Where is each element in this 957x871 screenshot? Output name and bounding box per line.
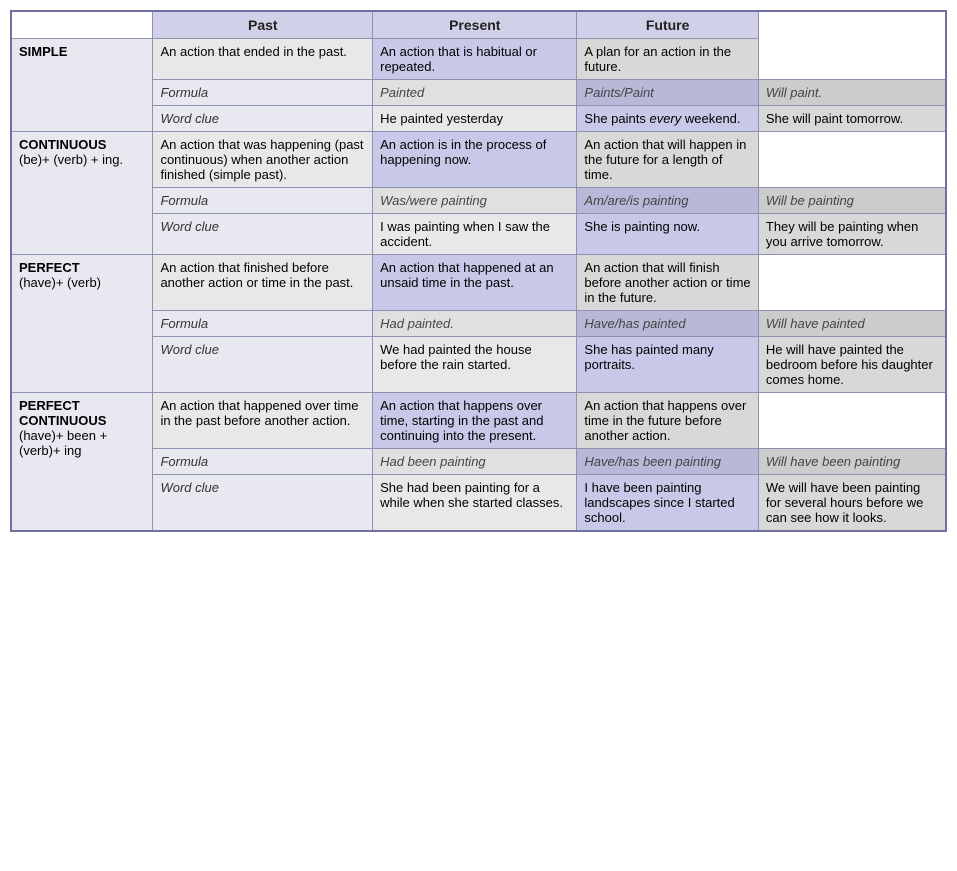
word-clue-label: Word clue <box>153 475 373 532</box>
desc-past: An action that happened over time in the… <box>153 393 373 449</box>
word-clue-present: She paints every weekend. <box>577 106 758 132</box>
formula-present: Have/has been painting <box>577 449 758 475</box>
word-clue-label: Word clue <box>153 337 373 393</box>
header-row: Past Present Future <box>11 11 946 39</box>
formula-past: Had been painting <box>373 449 577 475</box>
formula-future: Will paint. <box>758 80 946 106</box>
desc-row-perfect: PERFECT(have)+ (verb)An action that fini… <box>11 255 946 311</box>
desc-future: An action that happens over time in the … <box>577 393 758 449</box>
desc-present: An action that happens over time, starti… <box>373 393 577 449</box>
word-clue-past: I was painting when I saw the accident. <box>373 214 577 255</box>
desc-future: An action that will finish before anothe… <box>577 255 758 311</box>
header-present: Present <box>373 11 577 39</box>
word-clue-present: She has painted many portraits. <box>577 337 758 393</box>
formula-past: Was/were painting <box>373 188 577 214</box>
word-clue-past: He painted yesterday <box>373 106 577 132</box>
word-clue-past: She had been painting for a while when s… <box>373 475 577 532</box>
word-clue-present: She is painting now. <box>577 214 758 255</box>
desc-present: An action that happened at an unsaid tim… <box>373 255 577 311</box>
desc-present: An action that is habitual or repeated. <box>373 39 577 80</box>
desc-past: An action that was happening (past conti… <box>153 132 373 188</box>
formula-present: Paints/Paint <box>577 80 758 106</box>
grammar-tenses-table: Past Present Future SIMPLEAn action that… <box>10 10 947 532</box>
formula-label: Formula <box>153 449 373 475</box>
word-clue-past: We had painted the house before the rain… <box>373 337 577 393</box>
formula-past: Had painted. <box>373 311 577 337</box>
formula-future: Will have painted <box>758 311 946 337</box>
word-clue-future: We will have been painting for several h… <box>758 475 946 532</box>
formula-label: Formula <box>153 311 373 337</box>
header-future: Future <box>577 11 758 39</box>
formula-present: Have/has painted <box>577 311 758 337</box>
formula-future: Will be painting <box>758 188 946 214</box>
header-past: Past <box>153 11 373 39</box>
word-clue-future: She will paint tomorrow. <box>758 106 946 132</box>
desc-row-continuous: CONTINUOUS(be)+ (verb) + ing.An action t… <box>11 132 946 188</box>
desc-row-simple: SIMPLEAn action that ended in the past.A… <box>11 39 946 80</box>
desc-present: An action is in the process of happening… <box>373 132 577 188</box>
formula-label: Formula <box>153 188 373 214</box>
label-perfect: PERFECT(have)+ (verb) <box>11 255 153 393</box>
desc-past: An action that finished before another a… <box>153 255 373 311</box>
formula-future: Will have been painting <box>758 449 946 475</box>
label-perfect-continuous: PERFECT CONTINUOUS(have)+ been + (verb)+… <box>11 393 153 532</box>
desc-future: An action that will happen in the future… <box>577 132 758 188</box>
label-continuous: CONTINUOUS(be)+ (verb) + ing. <box>11 132 153 255</box>
desc-past: An action that ended in the past. <box>153 39 373 80</box>
word-clue-future: He will have painted the bedroom before … <box>758 337 946 393</box>
word-clue-label: Word clue <box>153 106 373 132</box>
formula-present: Am/are/is painting <box>577 188 758 214</box>
header-empty <box>11 11 153 39</box>
word-clue-label: Word clue <box>153 214 373 255</box>
formula-label: Formula <box>153 80 373 106</box>
word-clue-present: I have been painting landscapes since I … <box>577 475 758 532</box>
label-simple: SIMPLE <box>11 39 153 132</box>
word-clue-future: They will be painting when you arrive to… <box>758 214 946 255</box>
formula-past: Painted <box>373 80 577 106</box>
desc-future: A plan for an action in the future. <box>577 39 758 80</box>
desc-row-perfect-continuous: PERFECT CONTINUOUS(have)+ been + (verb)+… <box>11 393 946 449</box>
